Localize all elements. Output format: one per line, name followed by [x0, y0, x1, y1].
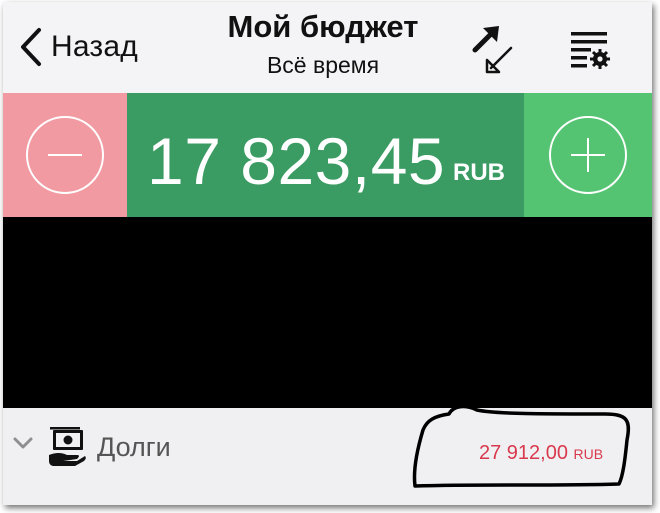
balance-currency: RUB [453, 159, 505, 186]
add-income-button[interactable] [524, 93, 652, 217]
money-hand-icon [49, 427, 86, 466]
hand-drawn-annotation [412, 404, 631, 488]
list-settings-icon[interactable] [569, 30, 611, 72]
debts-label: Долги [97, 432, 171, 462]
title-block: Мой бюджет Всё время [173, 8, 473, 80]
balance-panel: 17 823,45 RUB [127, 93, 524, 217]
chevron-down-icon[interactable] [12, 436, 34, 450]
period-subtitle[interactable]: Всё время [173, 50, 473, 80]
balance-row: 17 823,45 RUB [3, 93, 652, 217]
back-button-label: Назад [51, 30, 138, 63]
plus-circle-icon [549, 116, 627, 194]
transfer-arrows-icon[interactable] [469, 24, 517, 76]
back-button[interactable]: Назад [19, 22, 138, 72]
add-expense-button[interactable] [3, 93, 127, 217]
navigation-bar: Назад Мой бюджет Всё время [3, 2, 652, 93]
app-screen: Назад Мой бюджет Всё время 17 823,45 RUB… [3, 2, 652, 505]
minus-circle-icon [26, 116, 104, 194]
redacted-area [3, 217, 652, 408]
balance-amount: 17 823,45 [147, 124, 446, 198]
chevron-left-icon [21, 28, 41, 66]
page-title: Мой бюджет [227, 9, 419, 44]
